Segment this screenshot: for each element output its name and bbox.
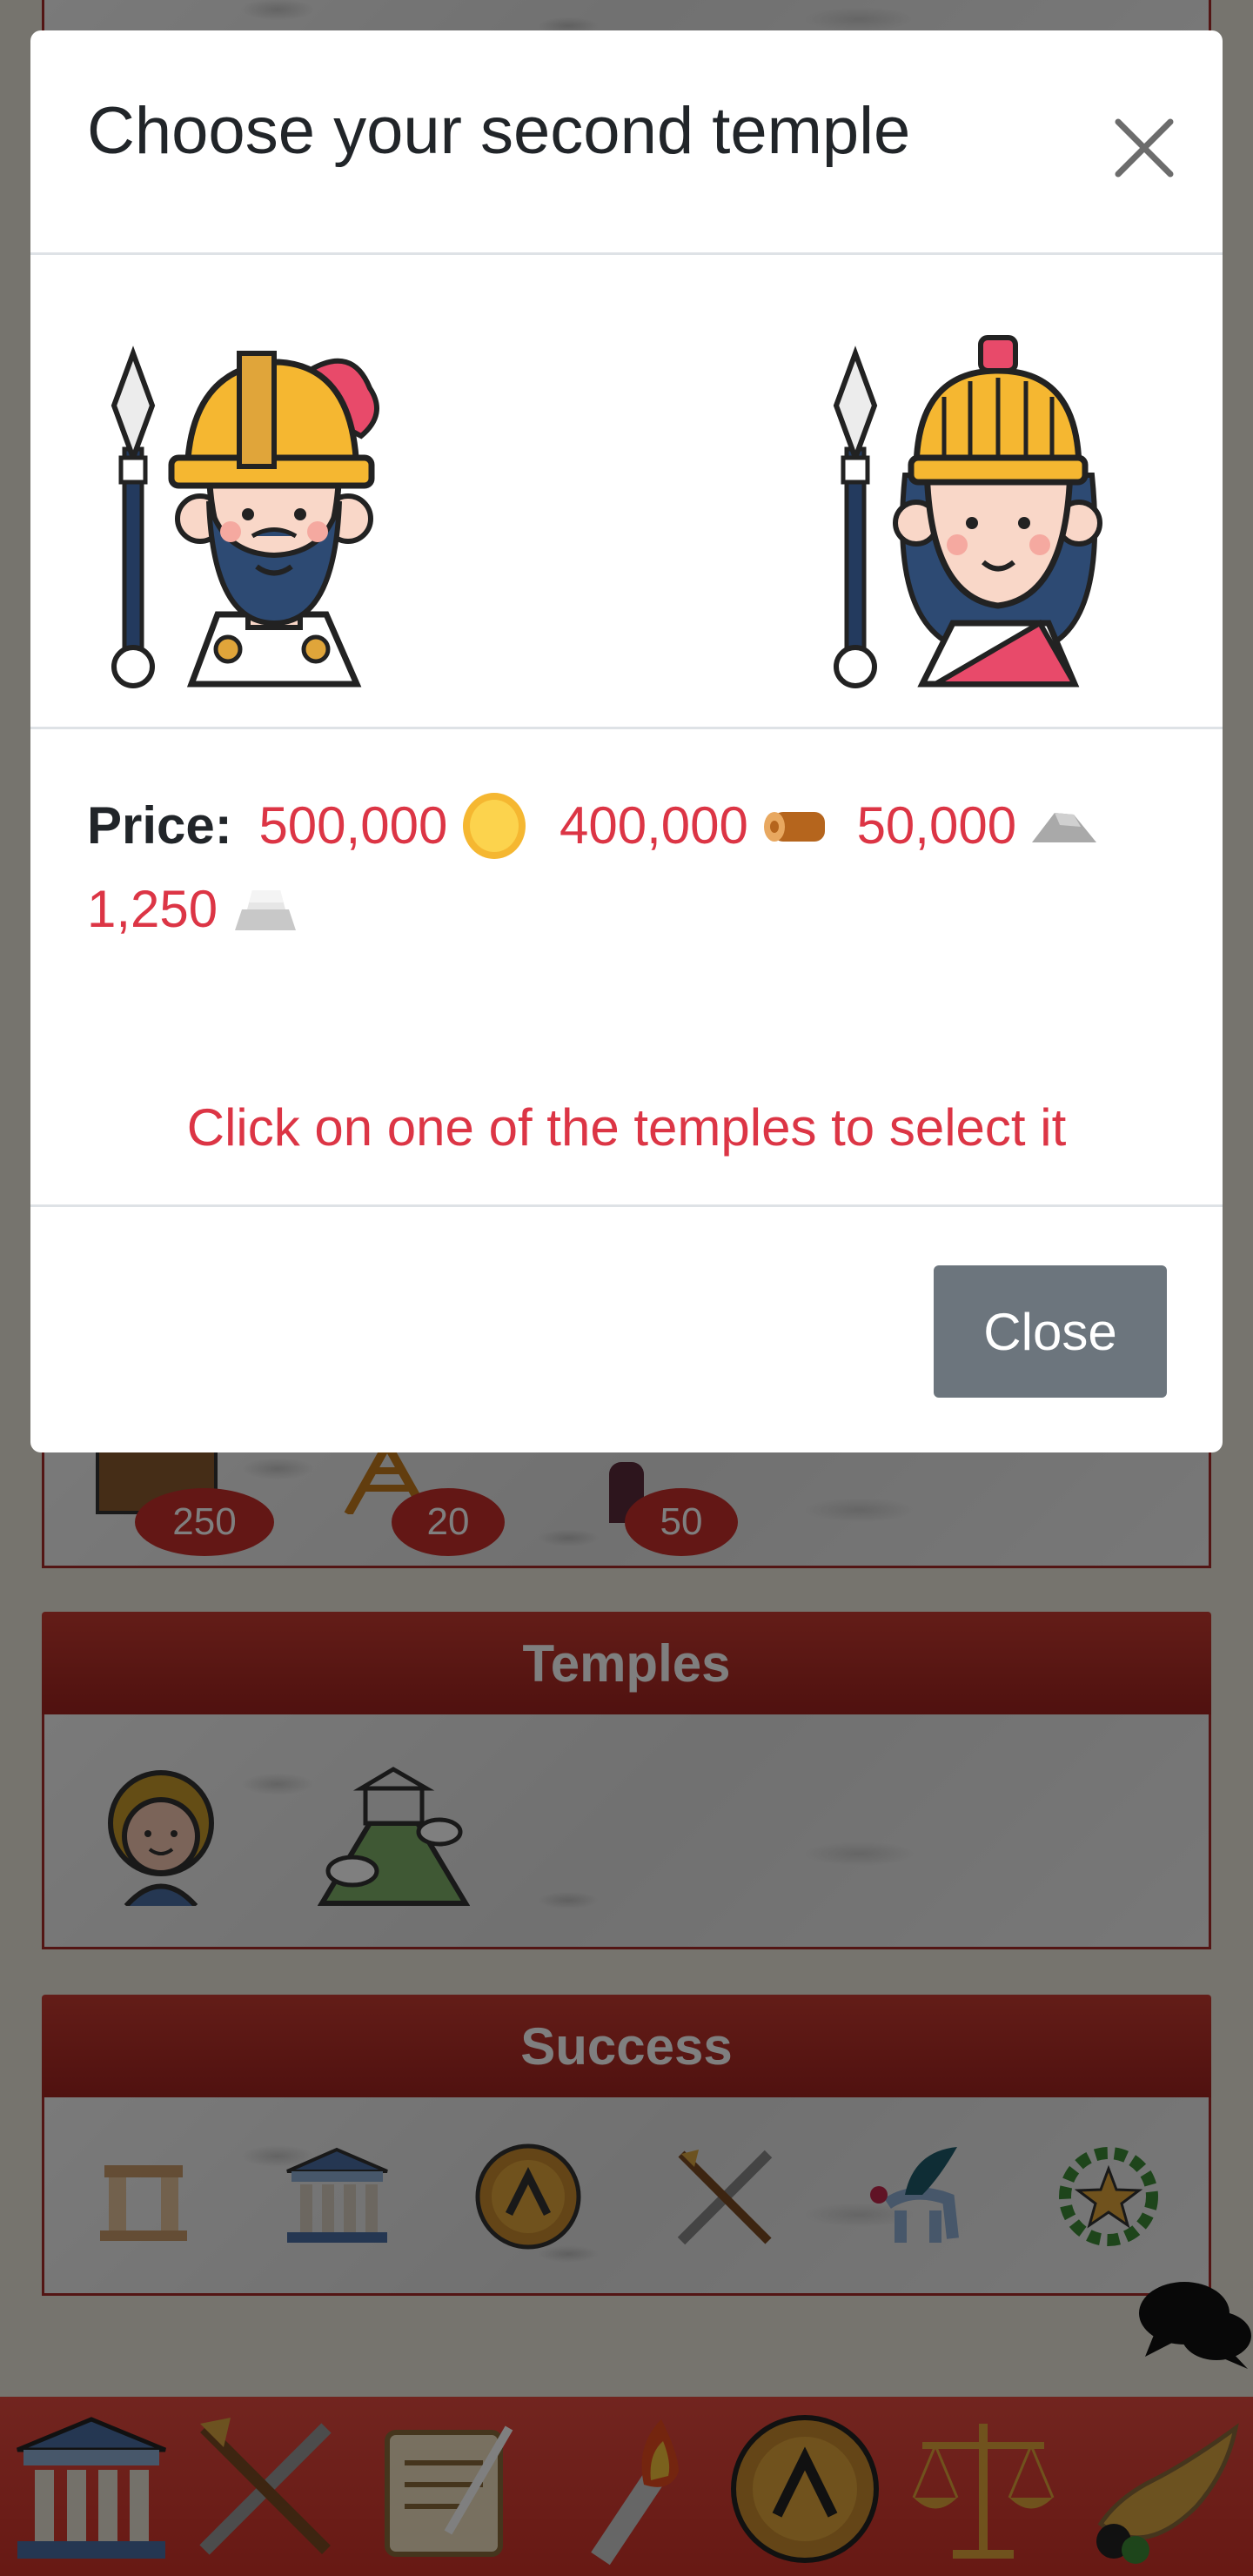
spartan-man-icon <box>111 345 379 688</box>
choose-temple-modal: Choose your second temple Price: 500,000… <box>30 30 1223 1452</box>
modal-footer: Close <box>30 1204 1223 1452</box>
gold-coin-icon <box>463 793 526 859</box>
male-warrior-temple[interactable] <box>91 327 466 693</box>
spartan-woman-icon <box>833 335 1102 688</box>
price-item: 1,250 <box>87 868 301 951</box>
temple-options <box>30 258 1223 729</box>
price-section: Price: 500,000 400,000 50,000 1,250 Clic… <box>30 732 1223 1184</box>
gold-amount: 500,000 <box>258 796 448 855</box>
female-warrior-temple[interactable] <box>814 327 1188 693</box>
silver-amount: 1,250 <box>87 880 218 938</box>
price-item: 500,000 <box>258 784 529 868</box>
price-item: 50,000 <box>857 784 1101 868</box>
wood-log-icon <box>763 812 825 842</box>
price-item: 400,000 <box>559 784 827 868</box>
selection-hint: Click on one of the temples to select it <box>186 1098 1067 1157</box>
stone-icon <box>1032 813 1097 842</box>
modal-title: Choose your second temple <box>87 94 911 168</box>
silver-ingot-icon <box>235 890 297 930</box>
close-button[interactable]: Close <box>934 1265 1167 1398</box>
wood-amount: 400,000 <box>559 796 748 855</box>
modal-header: Choose your second temple <box>30 30 1223 255</box>
close-icon[interactable] <box>1101 104 1188 191</box>
price-line: Price: 500,000 400,000 50,000 1,250 <box>87 784 1175 951</box>
price-label: Price: <box>87 796 232 855</box>
stone-amount: 50,000 <box>856 796 1017 855</box>
